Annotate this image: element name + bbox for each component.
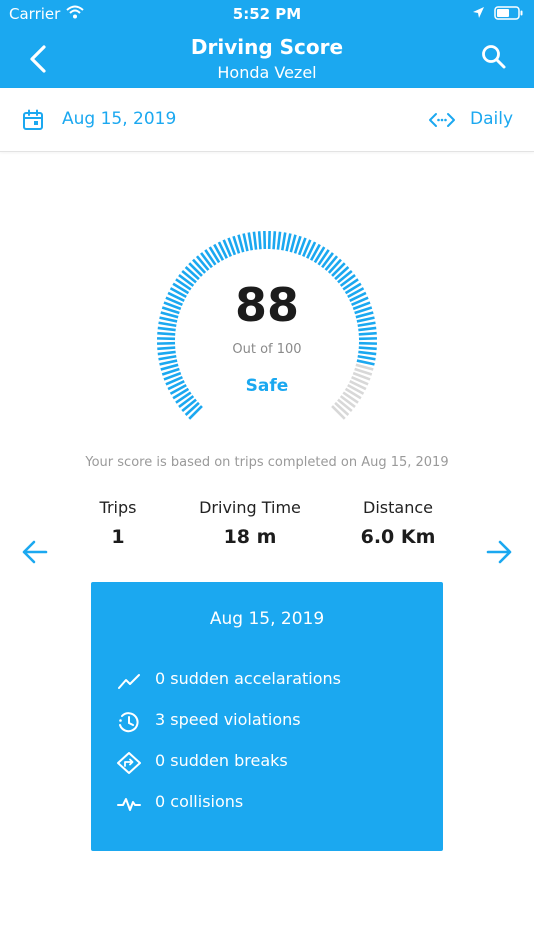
search-icon[interactable] [481, 44, 507, 70]
period-switch-icon[interactable] [428, 111, 456, 129]
gauge-tick [237, 234, 245, 253]
gauge-tick [285, 233, 292, 252]
page-subtitle: Honda Vezel [217, 63, 317, 82]
trend-line-icon [118, 674, 140, 689]
gauge-tick [160, 363, 179, 371]
clock-label: 5:52 PM [232, 5, 302, 23]
trips-value: 1 [111, 526, 125, 548]
summary-item-text: 0 collisions [155, 792, 244, 811]
previous-arrow-icon[interactable] [22, 540, 48, 564]
gauge-tick [280, 232, 287, 251]
pulse-icon [117, 798, 141, 811]
gauge-tick [188, 405, 203, 420]
gauge-tick [195, 255, 210, 271]
gauge-tick [188, 262, 203, 277]
date-selector[interactable]: Aug 15, 2019 [62, 109, 176, 129]
gauge-tick [252, 231, 258, 250]
distance-value: 6.0 Km [360, 526, 436, 548]
gauge-tick [272, 231, 277, 250]
gauge-tick [331, 405, 346, 420]
summary-date: Aug 15, 2019 [209, 609, 325, 629]
gauge-tick [257, 231, 262, 250]
battery-icon [494, 6, 523, 20]
gauge-tick [358, 331, 377, 336]
location-arrow-icon [473, 7, 484, 18]
date-bar: Aug 15, 2019 Daily [0, 88, 534, 152]
gauge-tick [334, 401, 350, 416]
score-rating: Safe [245, 376, 289, 396]
summary-item-text: 0 sudden accelarations [155, 669, 341, 688]
gauge-tick [355, 363, 374, 371]
summary-item-text: 3 speed violations [155, 710, 301, 729]
gauge-tick [324, 255, 339, 271]
gauge-tick [181, 398, 197, 413]
gauge-tick [331, 262, 346, 277]
period-selector[interactable]: Daily [470, 109, 513, 129]
daily-summary-card: Aug 15, 2019 0 sudden accelarations 3 sp… [91, 582, 443, 851]
score-value: 88 [234, 278, 299, 332]
gauge-tick [159, 359, 178, 366]
gauge-tick [184, 401, 200, 416]
page-title: Driving Score [190, 35, 344, 59]
gauge-tick [157, 331, 176, 336]
gauge-tick [276, 231, 282, 250]
driving-time-label: Driving Time [199, 498, 301, 517]
trips-label: Trips [99, 498, 137, 517]
next-arrow-icon[interactable] [486, 540, 512, 564]
gauge-tick [242, 233, 249, 252]
driving-time-value: 18 m [223, 526, 277, 548]
distance-label: Distance [363, 498, 433, 517]
top-bar: Carrier 5:52 PM Driving Score Honda Veze… [0, 0, 534, 88]
calendar-icon[interactable] [22, 109, 44, 131]
status-bar: Carrier 5:52 PM [0, 0, 534, 28]
gauge-tick [289, 234, 297, 253]
gauge-tick [337, 398, 353, 413]
turn-sign-icon [117, 752, 141, 774]
clock-alert-icon [119, 712, 139, 733]
score-out-of: Out of 100 [232, 342, 302, 357]
gauge-tick [247, 232, 254, 251]
gauge-tick [356, 359, 375, 366]
score-basis-text: Your score is based on trips completed o… [85, 455, 449, 470]
gauge-tick [192, 258, 207, 274]
gauge-tick [327, 258, 342, 274]
summary-item-text: 0 sudden breaks [155, 751, 288, 770]
